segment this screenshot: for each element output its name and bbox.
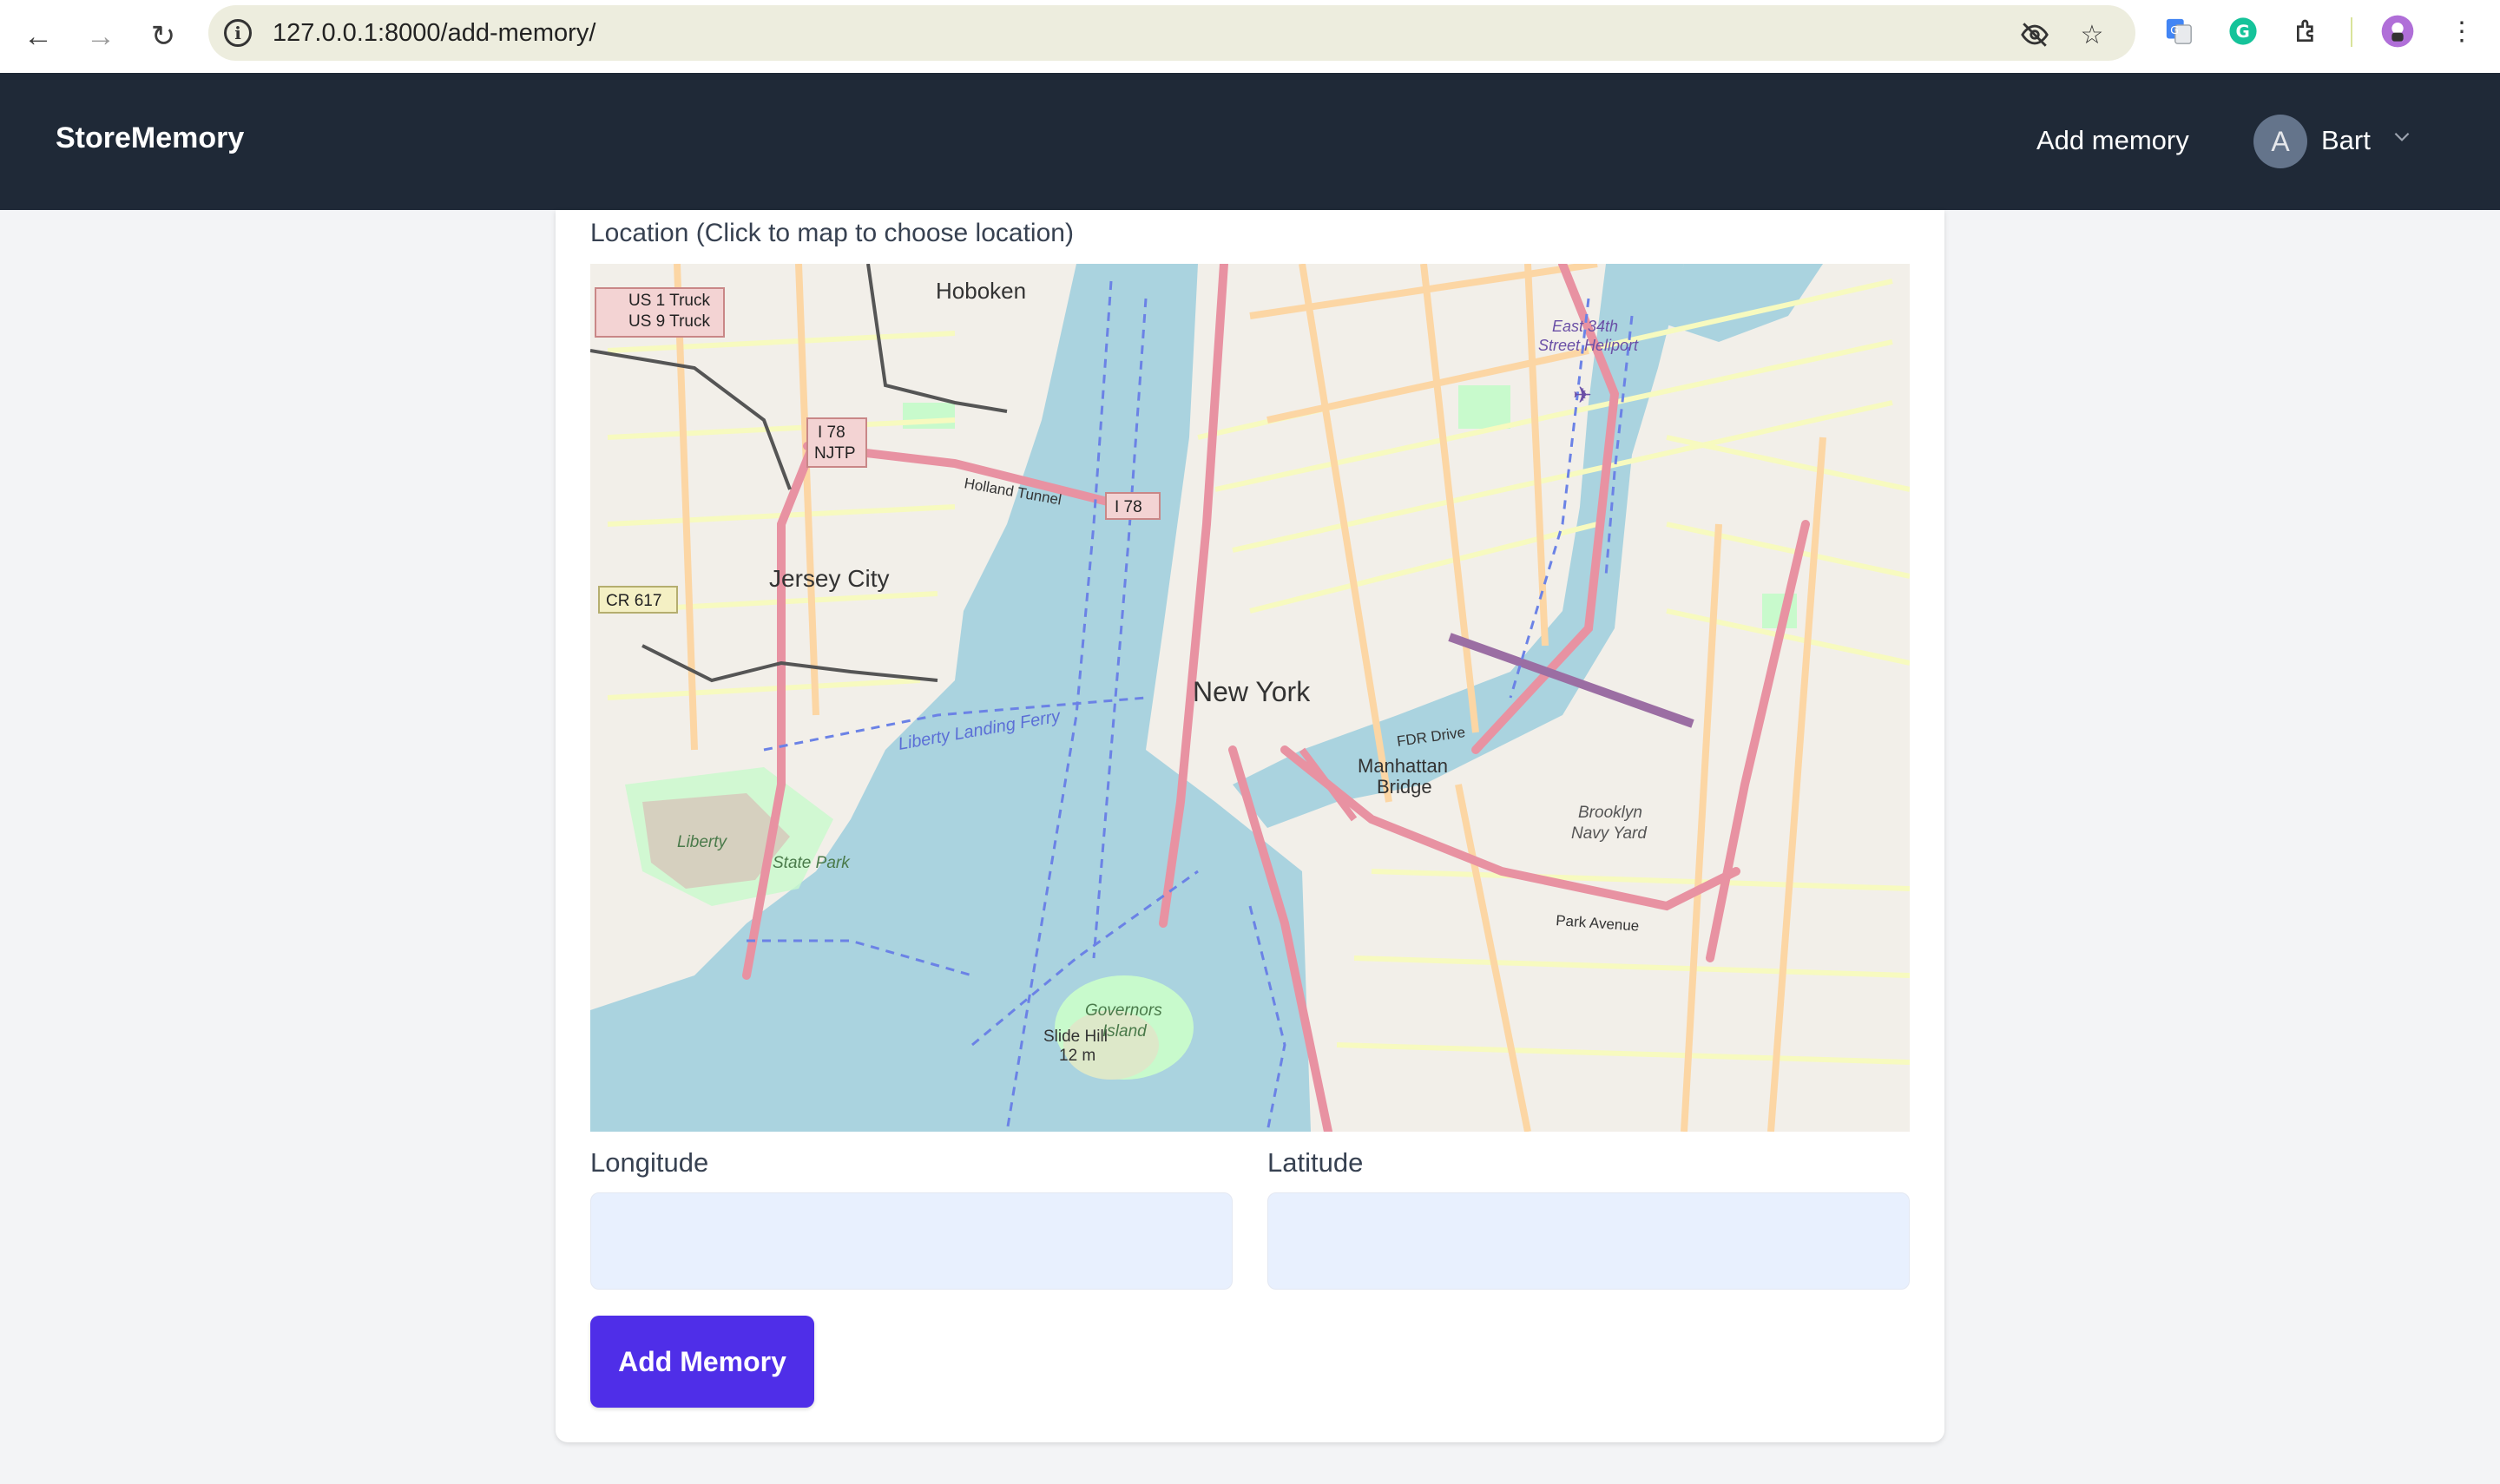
- add-memory-card: Location (Click to map to choose locatio…: [556, 210, 1944, 1442]
- map-label-i78-njtp-line1: I 78: [818, 424, 845, 442]
- add-memory-link[interactable]: Add memory: [2036, 125, 2189, 156]
- map-label-heliport: Street Heliport: [1538, 337, 1639, 354]
- map-label-navy-yard: Navy Yard: [1571, 824, 1648, 843]
- map-label-island: Island: [1102, 1022, 1148, 1041]
- browser-toolbar: ← → ↻ i 127.0.0.1:8000/add-memory/ ☆ G G…: [0, 0, 2500, 73]
- map-label-slide-hill-height: 12 m: [1059, 1047, 1095, 1065]
- location-map[interactable]: US 1 Truck US 9 Truck I 78 NJTP I 78 CR …: [590, 264, 1910, 1132]
- map-label-bridge: Bridge: [1377, 776, 1432, 798]
- map-label-governors: Governors: [1085, 1001, 1162, 1020]
- map-label-slide-hill: Slide Hill: [1043, 1028, 1108, 1046]
- svg-text:G: G: [2236, 22, 2250, 42]
- app-navbar: StoreMemory Add memory A Bart: [0, 73, 2500, 210]
- map-label: Location (Click to map to choose locatio…: [590, 219, 1074, 247]
- reload-icon[interactable]: ↻: [142, 16, 184, 57]
- svg-text:G: G: [2170, 24, 2179, 37]
- toolbar-separator: [2351, 17, 2352, 47]
- latitude-input[interactable]: [1267, 1192, 1910, 1290]
- map-label-i78: I 78: [1115, 498, 1142, 516]
- grammarly-icon[interactable]: G: [2226, 14, 2260, 49]
- user-name[interactable]: Bart: [2321, 125, 2371, 156]
- profile-icon[interactable]: [2380, 14, 2415, 49]
- map-label-i78-njtp-line2: NJTP: [814, 444, 856, 463]
- map-label-cr617: CR 617: [606, 592, 661, 610]
- map-label-us9: US 9 Truck: [628, 312, 710, 331]
- site-info-icon[interactable]: i: [224, 19, 252, 47]
- avatar[interactable]: A: [2253, 115, 2307, 168]
- map-label-liberty: Liberty: [677, 833, 728, 851]
- map-label-hoboken: Hoboken: [936, 278, 1026, 304]
- extensions-icon[interactable]: [2290, 14, 2325, 49]
- map-label-brooklyn: Brooklyn: [1578, 804, 1642, 822]
- map-label-us1: US 1 Truck: [628, 292, 710, 310]
- latitude-label: Latitude: [1267, 1147, 1364, 1178]
- add-memory-button[interactable]: Add Memory: [590, 1316, 814, 1408]
- map-label-state-park: State Park: [773, 854, 851, 872]
- chevron-down-icon[interactable]: [2389, 123, 2415, 149]
- heliport-icon: ✈: [1573, 383, 1592, 409]
- back-icon[interactable]: ←: [17, 16, 59, 57]
- forward-icon[interactable]: →: [80, 16, 122, 57]
- longitude-input[interactable]: [590, 1192, 1233, 1290]
- map-label-east-34th: East 34th: [1552, 318, 1618, 335]
- map-label-jersey-city: Jersey City: [769, 565, 889, 592]
- eye-off-icon[interactable]: [2019, 19, 2050, 50]
- longitude-label: Longitude: [590, 1147, 709, 1178]
- url-text[interactable]: 127.0.0.1:8000/add-memory/: [273, 19, 595, 48]
- map-label-manhattan: Manhattan: [1358, 755, 1448, 777]
- map-label-new-york: New York: [1193, 676, 1311, 707]
- address-bar[interactable]: i 127.0.0.1:8000/add-memory/ ☆: [208, 5, 2135, 61]
- menu-dots-icon[interactable]: ⋮: [2444, 14, 2479, 49]
- star-icon[interactable]: ☆: [2076, 19, 2108, 50]
- translate-icon[interactable]: G: [2161, 14, 2196, 49]
- brand-logo[interactable]: StoreMemory: [56, 121, 244, 155]
